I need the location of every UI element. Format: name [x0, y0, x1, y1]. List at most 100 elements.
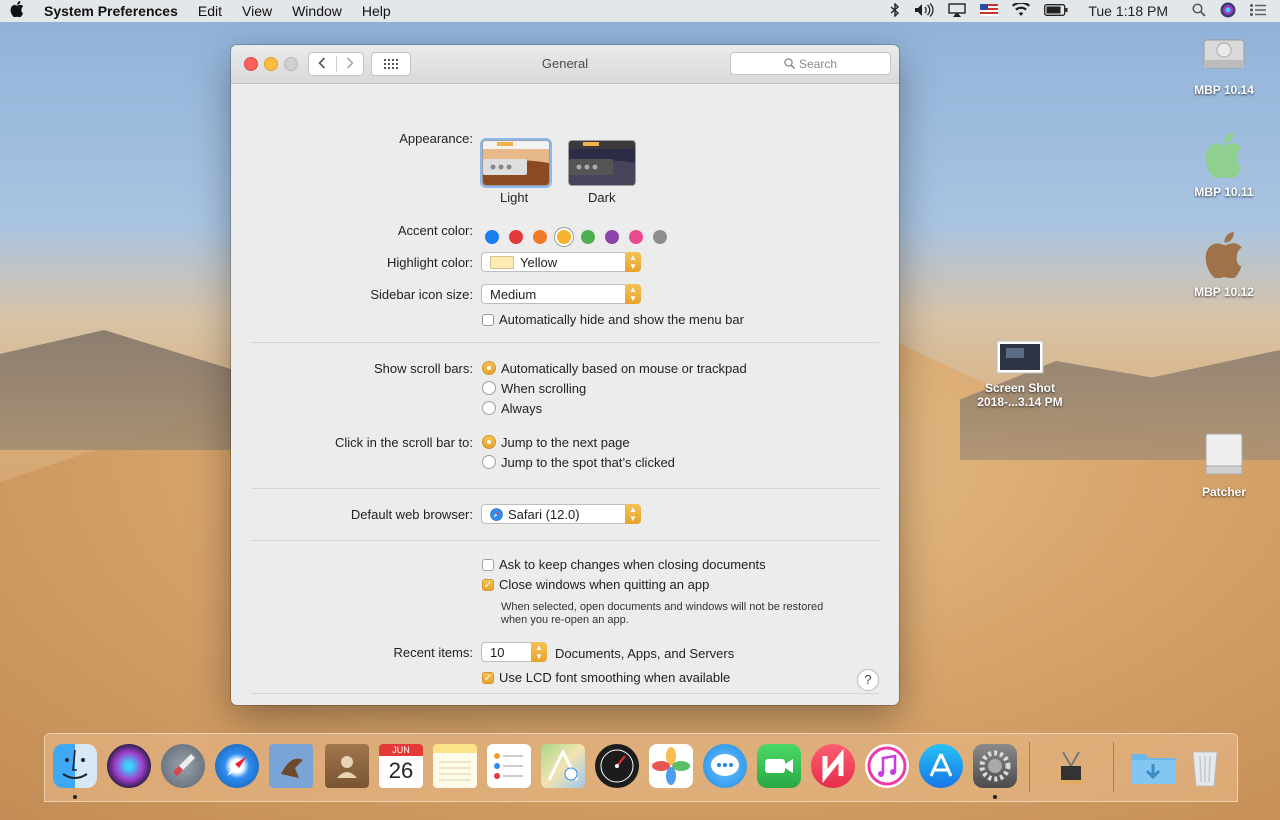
lcd-smoothing-checkbox[interactable]: ✓ [482, 672, 494, 684]
divider [251, 693, 879, 694]
accent-graphite-swatch[interactable] [653, 230, 667, 244]
menubar-clock[interactable]: Tue 1:18 PM [1088, 3, 1168, 19]
scroll-bars-automatic-radio[interactable] [482, 361, 496, 375]
appearance-dark-label: Dark [588, 190, 616, 205]
help-button[interactable]: ? [857, 669, 879, 691]
appearance-label: Appearance: [399, 131, 473, 146]
photos-icon[interactable] [649, 744, 693, 788]
patcher-app-icon[interactable] [1049, 744, 1093, 788]
general-preferences-window: General Search Appearance: Light Dark Ac… [231, 45, 899, 705]
finder-icon[interactable] [53, 744, 97, 788]
close-windows-note-line1: When selected, open documents and window… [501, 601, 824, 613]
calendar-month: JUN [379, 744, 423, 756]
accent-yellow-swatch[interactable] [557, 230, 571, 244]
popup-chevron-icon: ▲ ▼ [625, 284, 641, 304]
input-source-flag-icon[interactable] [980, 3, 999, 19]
default-web-browser-popup[interactable]: Safari (12.0) ▲ ▼ [481, 504, 641, 524]
desktop-icon-patcher[interactable]: Patcher [1179, 432, 1269, 499]
ask-keep-changes-checkbox[interactable] [482, 559, 494, 571]
accent-purple-swatch[interactable] [605, 230, 619, 244]
battery-icon[interactable] [1044, 3, 1068, 19]
running-indicator [993, 795, 997, 799]
sidebar-icon-size-popup[interactable]: Medium ▲ ▼ [481, 284, 641, 304]
highlight-swatch [490, 255, 514, 269]
app-store-icon[interactable] [919, 744, 963, 788]
news-icon[interactable] [811, 744, 855, 788]
dashboard-gauge-icon[interactable] [595, 744, 639, 788]
accent-green-swatch[interactable] [581, 230, 595, 244]
scroll-bars-always-radio[interactable] [482, 401, 496, 415]
dock-separator [1029, 742, 1030, 792]
scroll-bars-when-scrolling-radio[interactable] [482, 381, 496, 395]
jump-to-spot-label: Jump to the spot that’s clicked [501, 455, 675, 470]
sidebar-icon-size-label: Sidebar icon size: [370, 287, 473, 302]
divider [251, 540, 879, 541]
siri-dock-icon[interactable] [107, 744, 151, 788]
calendar-icon[interactable]: JUN 26 [379, 744, 423, 788]
jump-next-page-radio[interactable] [482, 435, 496, 449]
divider [251, 488, 879, 489]
desktop-icon-label: MBP 10.11 [1194, 185, 1254, 199]
menu-view[interactable]: View [232, 3, 282, 19]
downloads-folder-icon[interactable] [1129, 744, 1175, 788]
notes-icon[interactable] [433, 744, 477, 788]
maps-icon[interactable] [541, 744, 585, 788]
highlight-color-label: Highlight color: [387, 255, 473, 270]
jump-to-spot-radio[interactable] [482, 455, 496, 469]
desktop-icon-label: MBP 10.12 [1194, 285, 1254, 299]
menu-window[interactable]: Window [282, 3, 352, 19]
appearance-dark-thumbnail[interactable] [568, 140, 636, 186]
desktop-icon-label: Patcher [1201, 485, 1247, 499]
mail-eagle-icon[interactable] [269, 744, 313, 788]
close-windows-note-line2: when you re-open an app. [501, 614, 629, 626]
system-preferences-gear-icon[interactable] [973, 744, 1017, 788]
preferences-content: Appearance: Light Dark Accent color: Hig… [231, 84, 899, 704]
accent-pink-swatch[interactable] [629, 230, 643, 244]
itunes-music-icon[interactable] [865, 744, 909, 788]
accent-red-swatch[interactable] [509, 230, 523, 244]
desktop-icon-screenshot[interactable]: Screen Shot 2018-...3.14 PM [975, 340, 1065, 409]
recent-items-label: Recent items: [393, 645, 473, 660]
airplay-icon[interactable] [948, 2, 967, 20]
menu-edit[interactable]: Edit [188, 3, 232, 19]
accent-color-label: Accent color: [397, 223, 473, 238]
desktop-icon-mbp-1012[interactable]: MBP 10.12 [1179, 232, 1269, 299]
search-field[interactable]: Search [730, 52, 891, 75]
menu-help[interactable]: Help [352, 3, 401, 19]
desktop-icon-mbp-1014[interactable]: MBP 10.14 [1179, 30, 1269, 97]
disk-image-icon [1179, 432, 1269, 481]
running-indicator [73, 795, 77, 799]
messages-icon[interactable] [703, 744, 747, 788]
launchpad-rocket-icon[interactable] [161, 744, 205, 788]
accent-orange-swatch[interactable] [533, 230, 547, 244]
desktop-icon-mbp-1011[interactable]: MBP 10.11 [1179, 132, 1269, 199]
accent-blue-swatch[interactable] [485, 230, 499, 244]
menu-app-name[interactable]: System Preferences [34, 3, 188, 19]
apple-logo-icon [1179, 132, 1269, 181]
divider [251, 342, 879, 343]
contacts-icon[interactable] [325, 744, 369, 788]
ask-keep-changes-label: Ask to keep changes when closing documen… [499, 557, 766, 572]
apple-menu-icon[interactable] [0, 1, 34, 21]
safari-dock-icon[interactable] [215, 744, 259, 788]
hide-menu-bar-label: Automatically hide and show the menu bar [499, 312, 744, 327]
spotlight-icon[interactable] [1192, 2, 1206, 20]
default-web-browser-label: Default web browser: [350, 507, 473, 522]
hide-menu-bar-checkbox[interactable] [482, 314, 494, 326]
facetime-icon[interactable] [757, 744, 801, 788]
siri-icon[interactable] [1220, 2, 1236, 21]
dock: JUN 26 [44, 733, 1238, 802]
wifi-icon[interactable] [1012, 1, 1031, 20]
scroll-bars-when-scrolling-label: When scrolling [501, 381, 587, 396]
recent-items-popup[interactable]: 10 ▲ ▼ [481, 642, 547, 662]
volume-icon[interactable] [914, 2, 935, 20]
search-icon [784, 58, 795, 69]
click-scroll-bar-label: Click in the scroll bar to: [335, 435, 473, 450]
trash-icon[interactable] [1183, 744, 1227, 788]
notification-center-icon[interactable] [1250, 3, 1266, 19]
highlight-color-popup[interactable]: Yellow ▲ ▼ [481, 252, 641, 272]
reminders-icon[interactable] [487, 744, 531, 788]
close-windows-checkbox[interactable]: ✓ [482, 579, 494, 591]
bluetooth-icon[interactable] [890, 1, 900, 20]
appearance-light-thumbnail[interactable] [482, 140, 550, 186]
